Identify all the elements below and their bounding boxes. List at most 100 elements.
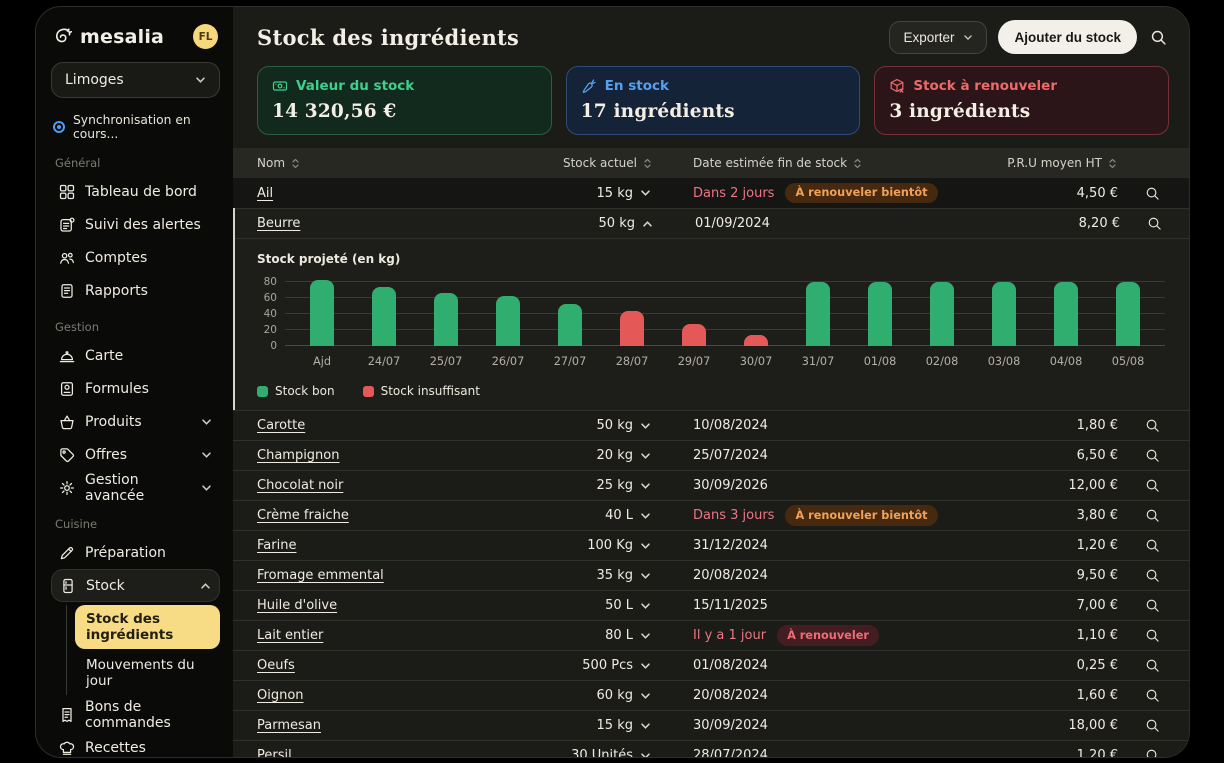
row-search-icon[interactable] [1145,658,1160,673]
chart-bar [434,293,458,346]
ingredient-link[interactable]: Carotte [257,418,305,433]
ingredient-link[interactable]: Persil [257,748,292,758]
ingredient-link[interactable]: Fromage emmental [257,568,384,583]
sidebar-item-rapports[interactable]: Rapports [51,274,220,307]
sidebar-item-pr-paration[interactable]: Préparation [51,536,220,569]
ingredient-link[interactable]: Huile d'olive [257,598,337,613]
chart-bar [558,304,582,346]
row-search-icon[interactable] [1145,688,1160,703]
row-search-icon[interactable] [1145,538,1160,553]
sidebar-item-formules[interactable]: Formules [51,372,220,405]
date-text: Dans 3 jours [693,508,774,523]
row-search-icon[interactable] [1145,748,1160,758]
ingredient-link[interactable]: Beurre [257,216,300,231]
row-expand-chevron-icon[interactable] [633,482,657,490]
row-expand-chevron-icon[interactable] [633,512,657,520]
submenu-item-stock-des-ingr-dients[interactable]: Stock des ingrédients [75,605,220,649]
end-of-stock-date: Il y a 1 jourÀ renouveler [693,625,998,645]
row-expand-chevron-icon[interactable] [633,422,657,430]
box-x-icon [889,78,905,94]
location-selector[interactable]: Limoges [51,62,220,98]
row-search-icon[interactable] [1147,216,1162,231]
stock-value: 50 L [605,598,633,613]
row-expand-chevron-icon[interactable] [633,542,657,550]
row-expand-chevron-icon[interactable] [633,752,657,759]
receipt-icon [59,707,75,723]
row-search-icon[interactable] [1145,508,1160,523]
chart-bar [806,282,830,346]
row-search-icon[interactable] [1145,418,1160,433]
row-expand-chevron-icon[interactable] [633,692,657,700]
chart-bar [496,296,520,346]
row-expand-chevron-icon[interactable] [633,189,657,197]
ingredient-link[interactable]: Farine [257,538,296,553]
sidebar-item-suivi-des-alertes[interactable]: Suivi des alertes [51,208,220,241]
column-header-nom[interactable]: Nom [233,156,523,170]
ingredient-link[interactable]: Chocolat noir [257,478,343,493]
search-icon[interactable] [1148,29,1169,46]
ingredient-name: Carotte [233,418,523,433]
submenu-item-mouvements-du-jour[interactable]: Mouvements du jour [75,651,220,695]
column-header-stock-actuel[interactable]: Stock actuel [523,156,657,170]
sort-icon[interactable] [290,158,301,169]
sort-icon[interactable] [642,158,653,169]
alerts-icon [59,217,75,233]
sidebar-item-label: Produits [85,414,142,430]
sidebar-item-label: Suivi des alertes [85,217,201,233]
stat-label: Valeur du stock [296,78,414,94]
sidebar-item-offres[interactable]: Offres [51,438,220,471]
column-header-date-fin-stock[interactable]: Date estimée fin de stock [693,156,998,170]
sidebar-item-bons-de-commandes[interactable]: Bons de commandes [51,698,220,731]
row-search-icon[interactable] [1145,718,1160,733]
sidebar-item-produits[interactable]: Produits [51,405,220,438]
add-stock-button[interactable]: Ajouter du stock [998,20,1137,54]
row-expand-chevron-icon[interactable] [633,662,657,670]
row-search-icon[interactable] [1145,628,1160,643]
y-tick-label: 0 [270,340,277,352]
export-button[interactable]: Exporter [889,21,987,54]
ingredient-link[interactable]: Ail [257,186,273,201]
sidebar-item-gestion-avanc-e[interactable]: Gestion avancée [51,471,220,504]
unit-price: 1,10 € [1077,628,1120,643]
sidebar-item-stock[interactable]: Stock [51,569,220,602]
sort-icon[interactable] [1107,158,1118,169]
chevron-down-icon [201,484,212,492]
avatar[interactable]: FL [193,24,218,49]
ingredient-link[interactable]: Oignon [257,688,304,703]
reports-icon [59,283,75,299]
ingredient-link[interactable]: Oeufs [257,658,295,673]
sidebar-item-tableau-de-bord[interactable]: Tableau de bord [51,175,220,208]
column-header-pru[interactable]: P.R.U moyen HT [998,156,1120,170]
row-expand-chevron-icon[interactable] [633,452,657,460]
row-search-icon[interactable] [1145,478,1160,493]
dashboard-icon [59,184,75,200]
topbar-actions: Exporter Ajouter du stock [889,20,1169,54]
ingredient-link[interactable]: Parmesan [257,718,321,733]
row-search-icon[interactable] [1145,448,1160,463]
ingredient-name: Beurre [235,216,525,231]
carrot-icon [581,78,597,94]
row-expand-chevron-icon[interactable] [633,572,657,580]
ingredient-link[interactable]: Champignon [257,448,340,463]
row-search-icon[interactable] [1145,568,1160,583]
section-label: Gestion [55,320,216,334]
row-expand-chevron-icon[interactable] [635,220,659,228]
table-row-lait-entier: Lait entier80 LIl y a 1 jourÀ renouveler… [233,620,1189,650]
sidebar-item-label: Rapports [85,283,148,299]
topbar: Stock des ingrédients Exporter Ajouter d… [233,7,1189,64]
unit-price: 4,50 € [1077,186,1120,201]
row-expand-chevron-icon[interactable] [633,722,657,730]
row-expand-chevron-icon[interactable] [633,602,657,610]
sort-icon[interactable] [852,158,863,169]
row-search-icon[interactable] [1145,598,1160,613]
x-tick-label: 02/08 [911,355,973,368]
ingredient-link[interactable]: Lait entier [257,628,323,643]
date-text: 30/09/2026 [693,478,768,493]
stat-value: 3 ingrédients [889,101,1154,122]
row-search-icon[interactable] [1145,186,1160,201]
row-expand-chevron-icon[interactable] [633,632,657,640]
sidebar-item-recettes[interactable]: Recettes [51,731,220,758]
sidebar-item-comptes[interactable]: Comptes [51,241,220,274]
ingredient-link[interactable]: Crème fraiche [257,508,349,523]
sidebar-item-carte[interactable]: Carte [51,339,220,372]
